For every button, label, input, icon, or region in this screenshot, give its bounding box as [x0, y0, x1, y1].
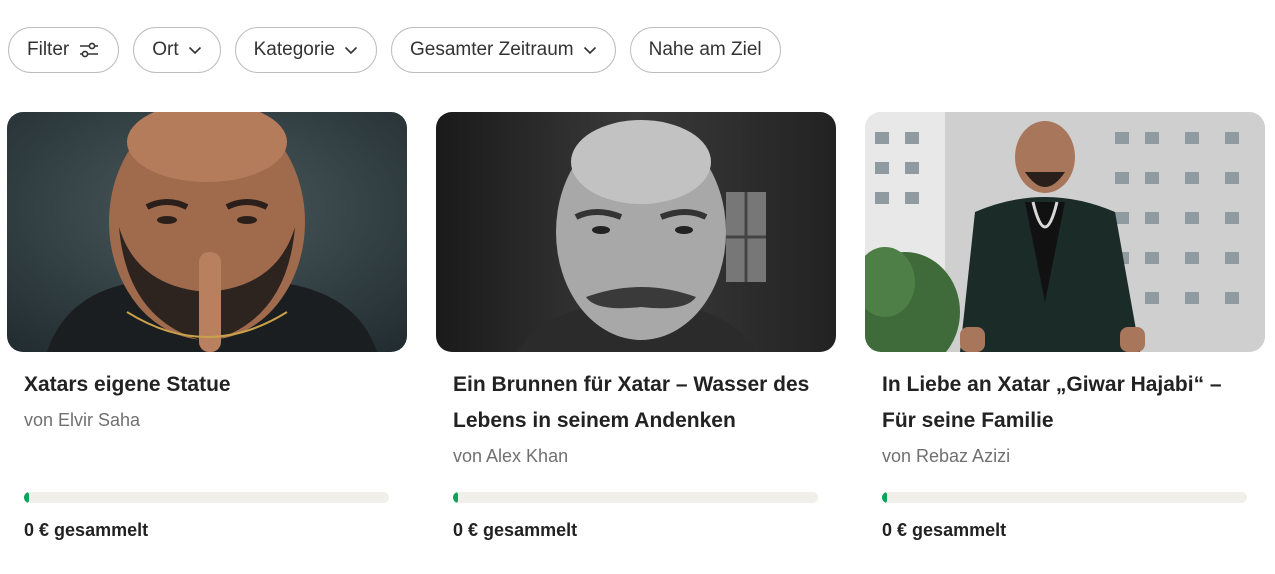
location-dropdown[interactable]: Ort	[133, 27, 221, 73]
filter-button[interactable]: Filter	[8, 27, 120, 73]
sliders-icon	[78, 41, 100, 59]
progress-fill	[24, 492, 30, 503]
progress-bar	[882, 492, 1247, 503]
progress-bar	[24, 492, 389, 503]
fundraiser-photo[interactable]	[7, 112, 407, 352]
period-dropdown[interactable]: Gesamter Zeitraum	[390, 27, 616, 73]
location-dropdown-label: Ort	[152, 39, 179, 60]
fundraiser-author: von Alex Khan	[453, 446, 569, 466]
progress-fill	[882, 492, 888, 503]
amount-suffix: gesammelt	[483, 520, 578, 540]
fundraiser-card[interactable]: Xatars eigene Statue von Elvir Saha 0 € …	[7, 112, 407, 562]
near-goal-button-label: Nahe am Ziel	[648, 39, 762, 60]
fundraiser-card[interactable]: Ein Brunnen für Xatar – Wasser des Leben…	[436, 112, 836, 562]
fundraiser-card[interactable]: In Liebe an Xatar „Giwar Hajabi“ – Für s…	[865, 112, 1265, 562]
amount-suffix: gesammelt	[54, 520, 149, 540]
fundraiser-title[interactable]: Ein Brunnen für Xatar – Wasser des Leben…	[453, 367, 823, 439]
fundraiser-photo[interactable]	[865, 112, 1265, 352]
fundraiser-author: von Elvir Saha	[24, 410, 141, 430]
chevron-down-icon	[188, 45, 202, 55]
amount-raised: 0 € gesammelt	[24, 520, 148, 541]
fundraiser-author: von Rebaz Azizi	[882, 446, 1011, 466]
fundraiser-photo[interactable]	[436, 112, 836, 352]
amount-raised: 0 € gesammelt	[453, 520, 577, 541]
amount-value: 0 €	[882, 520, 908, 540]
amount-raised: 0 € gesammelt	[882, 520, 1006, 541]
chevron-down-icon	[583, 45, 597, 55]
amount-value: 0 €	[453, 520, 479, 540]
amount-suffix: gesammelt	[912, 520, 1007, 540]
fundraiser-title[interactable]: Xatars eigene Statue	[24, 367, 394, 403]
category-dropdown[interactable]: Kategorie	[234, 27, 377, 73]
progress-bar	[453, 492, 818, 503]
fundraiser-title[interactable]: In Liebe an Xatar „Giwar Hajabi“ – Für s…	[882, 367, 1252, 439]
period-dropdown-label: Gesamter Zeitraum	[409, 39, 574, 60]
chevron-down-icon	[344, 45, 358, 55]
progress-fill	[453, 492, 459, 503]
fundraiser-grid: Xatars eigene Statue von Elvir Saha 0 € …	[7, 112, 1267, 562]
filter-bar: Filter Ort Kategorie Gesamter Zeitraum N…	[8, 27, 781, 73]
category-dropdown-label: Kategorie	[253, 39, 335, 60]
amount-value: 0 €	[24, 520, 50, 540]
filter-button-label: Filter	[27, 39, 70, 60]
near-goal-button[interactable]: Nahe am Ziel	[629, 27, 781, 73]
